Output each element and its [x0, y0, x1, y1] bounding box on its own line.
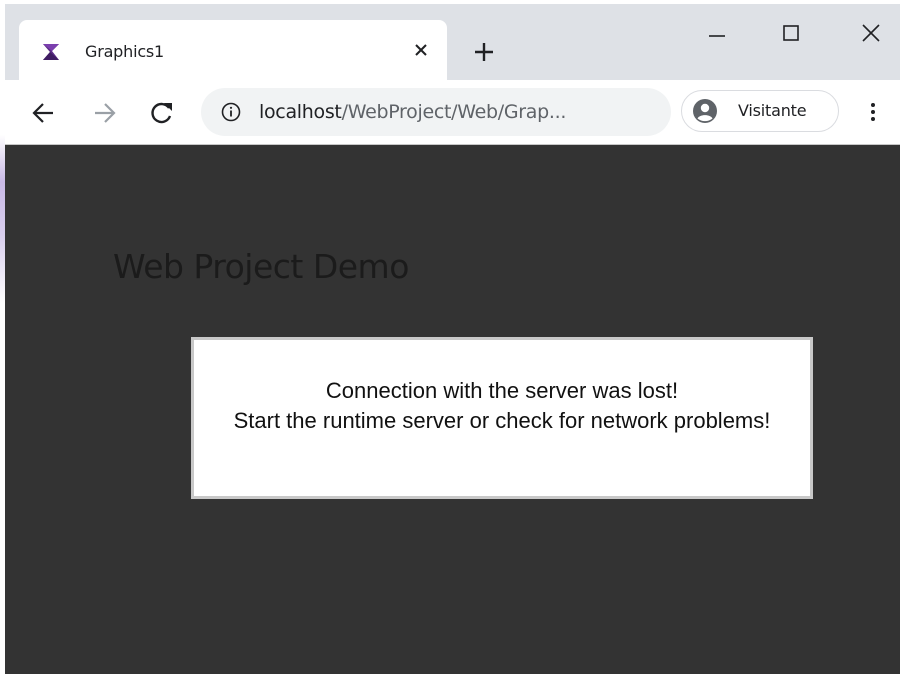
tab-graphics1[interactable]: Graphics1: [19, 20, 447, 82]
plus-icon[interactable]: [470, 38, 498, 66]
url-host: localhost: [259, 101, 342, 123]
url-path: /WebProject/Web/Grap...: [341, 101, 567, 123]
page-title: Web Project Demo: [113, 247, 409, 286]
avatar-icon: [692, 98, 718, 124]
close-icon[interactable]: [411, 40, 431, 62]
kebab-menu-icon[interactable]: [863, 100, 883, 124]
connection-lost-dialog: Connection with the server was lost! Sta…: [191, 337, 813, 499]
maximize-icon[interactable]: [771, 14, 811, 54]
url-text: localhost/WebProject/Web/Grap...: [259, 101, 566, 123]
browser-toolbar: localhost/WebProject/Web/Grap... Visitan…: [5, 80, 900, 144]
dialog-message: Connection with the server was lost! Sta…: [204, 376, 800, 436]
browser-window: Graphics1 localhost/WebProject/Web/Grap.…: [5, 4, 900, 674]
profile-button[interactable]: Visitante: [681, 90, 839, 132]
page-content: Web Project Demo Connection with the ser…: [5, 145, 900, 674]
profile-label: Visitante: [738, 101, 807, 120]
address-bar[interactable]: localhost/WebProject/Web/Grap...: [201, 88, 671, 136]
dialog-message-line2: Start the runtime server or check for ne…: [233, 408, 771, 433]
arrow-left-icon[interactable]: [31, 100, 57, 126]
app-logo-icon: [41, 42, 61, 62]
info-icon[interactable]: [221, 102, 241, 122]
reload-icon[interactable]: [149, 100, 175, 126]
tab-strip: Graphics1: [5, 4, 900, 82]
dialog-message-line1: Connection with the server was lost!: [325, 378, 679, 403]
arrow-right-icon[interactable]: [91, 100, 117, 126]
tab-title: Graphics1: [85, 42, 165, 61]
close-window-icon[interactable]: [851, 14, 891, 54]
minimize-icon[interactable]: [697, 14, 737, 54]
